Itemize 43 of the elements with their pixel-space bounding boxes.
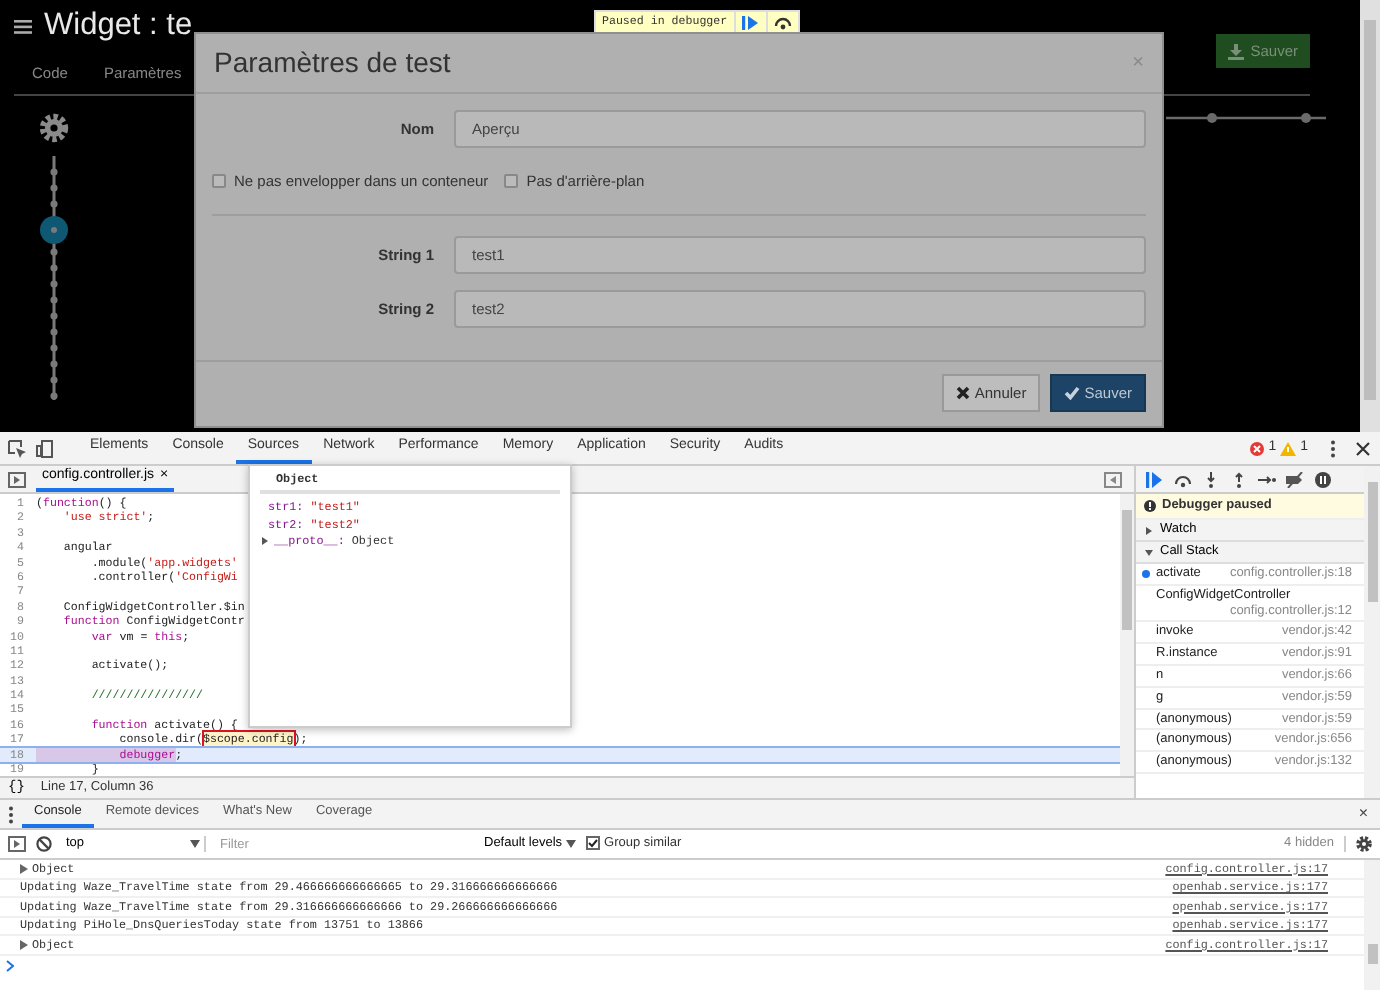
deactivate-breakpoints-icon[interactable]: [1286, 471, 1304, 487]
checkbox[interactable]: [504, 174, 519, 188]
step-over-icon[interactable]: [1174, 471, 1192, 487]
checkbox[interactable]: [212, 174, 226, 188]
error-icon: [1250, 441, 1265, 455]
scrollbar[interactable]: [1120, 494, 1134, 777]
scrollbar[interactable]: [1360, 0, 1380, 432]
step-over-button[interactable]: [765, 11, 798, 33]
checkbox[interactable]: [586, 836, 601, 851]
caret-icon: [566, 839, 577, 848]
close-icon[interactable]: [1356, 441, 1370, 455]
close-button[interactable]: ×: [1358, 804, 1368, 824]
sidebar-toggle-icon[interactable]: [8, 471, 26, 487]
clear-icon[interactable]: [36, 836, 52, 852]
step-out-icon[interactable]: [1230, 471, 1248, 487]
expand-icon[interactable]: [20, 863, 28, 874]
step-into-icon[interactable]: [1202, 471, 1220, 487]
sidebar-toggle-icon[interactable]: [8, 836, 26, 852]
expand-icon[interactable]: [20, 939, 28, 950]
caret-icon: [190, 839, 200, 848]
times-icon: [956, 386, 971, 400]
resume-icon[interactable]: [1146, 471, 1164, 487]
download-icon: [1228, 43, 1245, 59]
gear-icon: [38, 112, 70, 144]
inspect-icon[interactable]: [8, 439, 26, 457]
pause-icon[interactable]: [1314, 471, 1332, 487]
info-icon: [1144, 500, 1156, 512]
check-icon: [1064, 386, 1081, 400]
device-icon[interactable]: [36, 439, 54, 457]
dialog-title: Paramètres de test: [214, 46, 451, 80]
prompt-icon[interactable]: [6, 959, 14, 971]
step-icon[interactable]: [1258, 471, 1276, 487]
page-title: Widget : te: [44, 7, 193, 45]
menu-icon[interactable]: [14, 19, 32, 33]
scrollbar[interactable]: [1364, 466, 1380, 798]
kebab-menu-icon[interactable]: [8, 805, 14, 823]
scrollbar[interactable]: [1364, 860, 1380, 990]
step-over-icon: [773, 15, 792, 29]
sidebar-toggle-icon[interactable]: [1104, 471, 1122, 487]
settings-icon[interactable]: [1356, 836, 1372, 852]
kebab-menu-icon[interactable]: [1330, 439, 1336, 457]
warning-icon: [1280, 441, 1297, 455]
resume-icon: [741, 15, 760, 29]
